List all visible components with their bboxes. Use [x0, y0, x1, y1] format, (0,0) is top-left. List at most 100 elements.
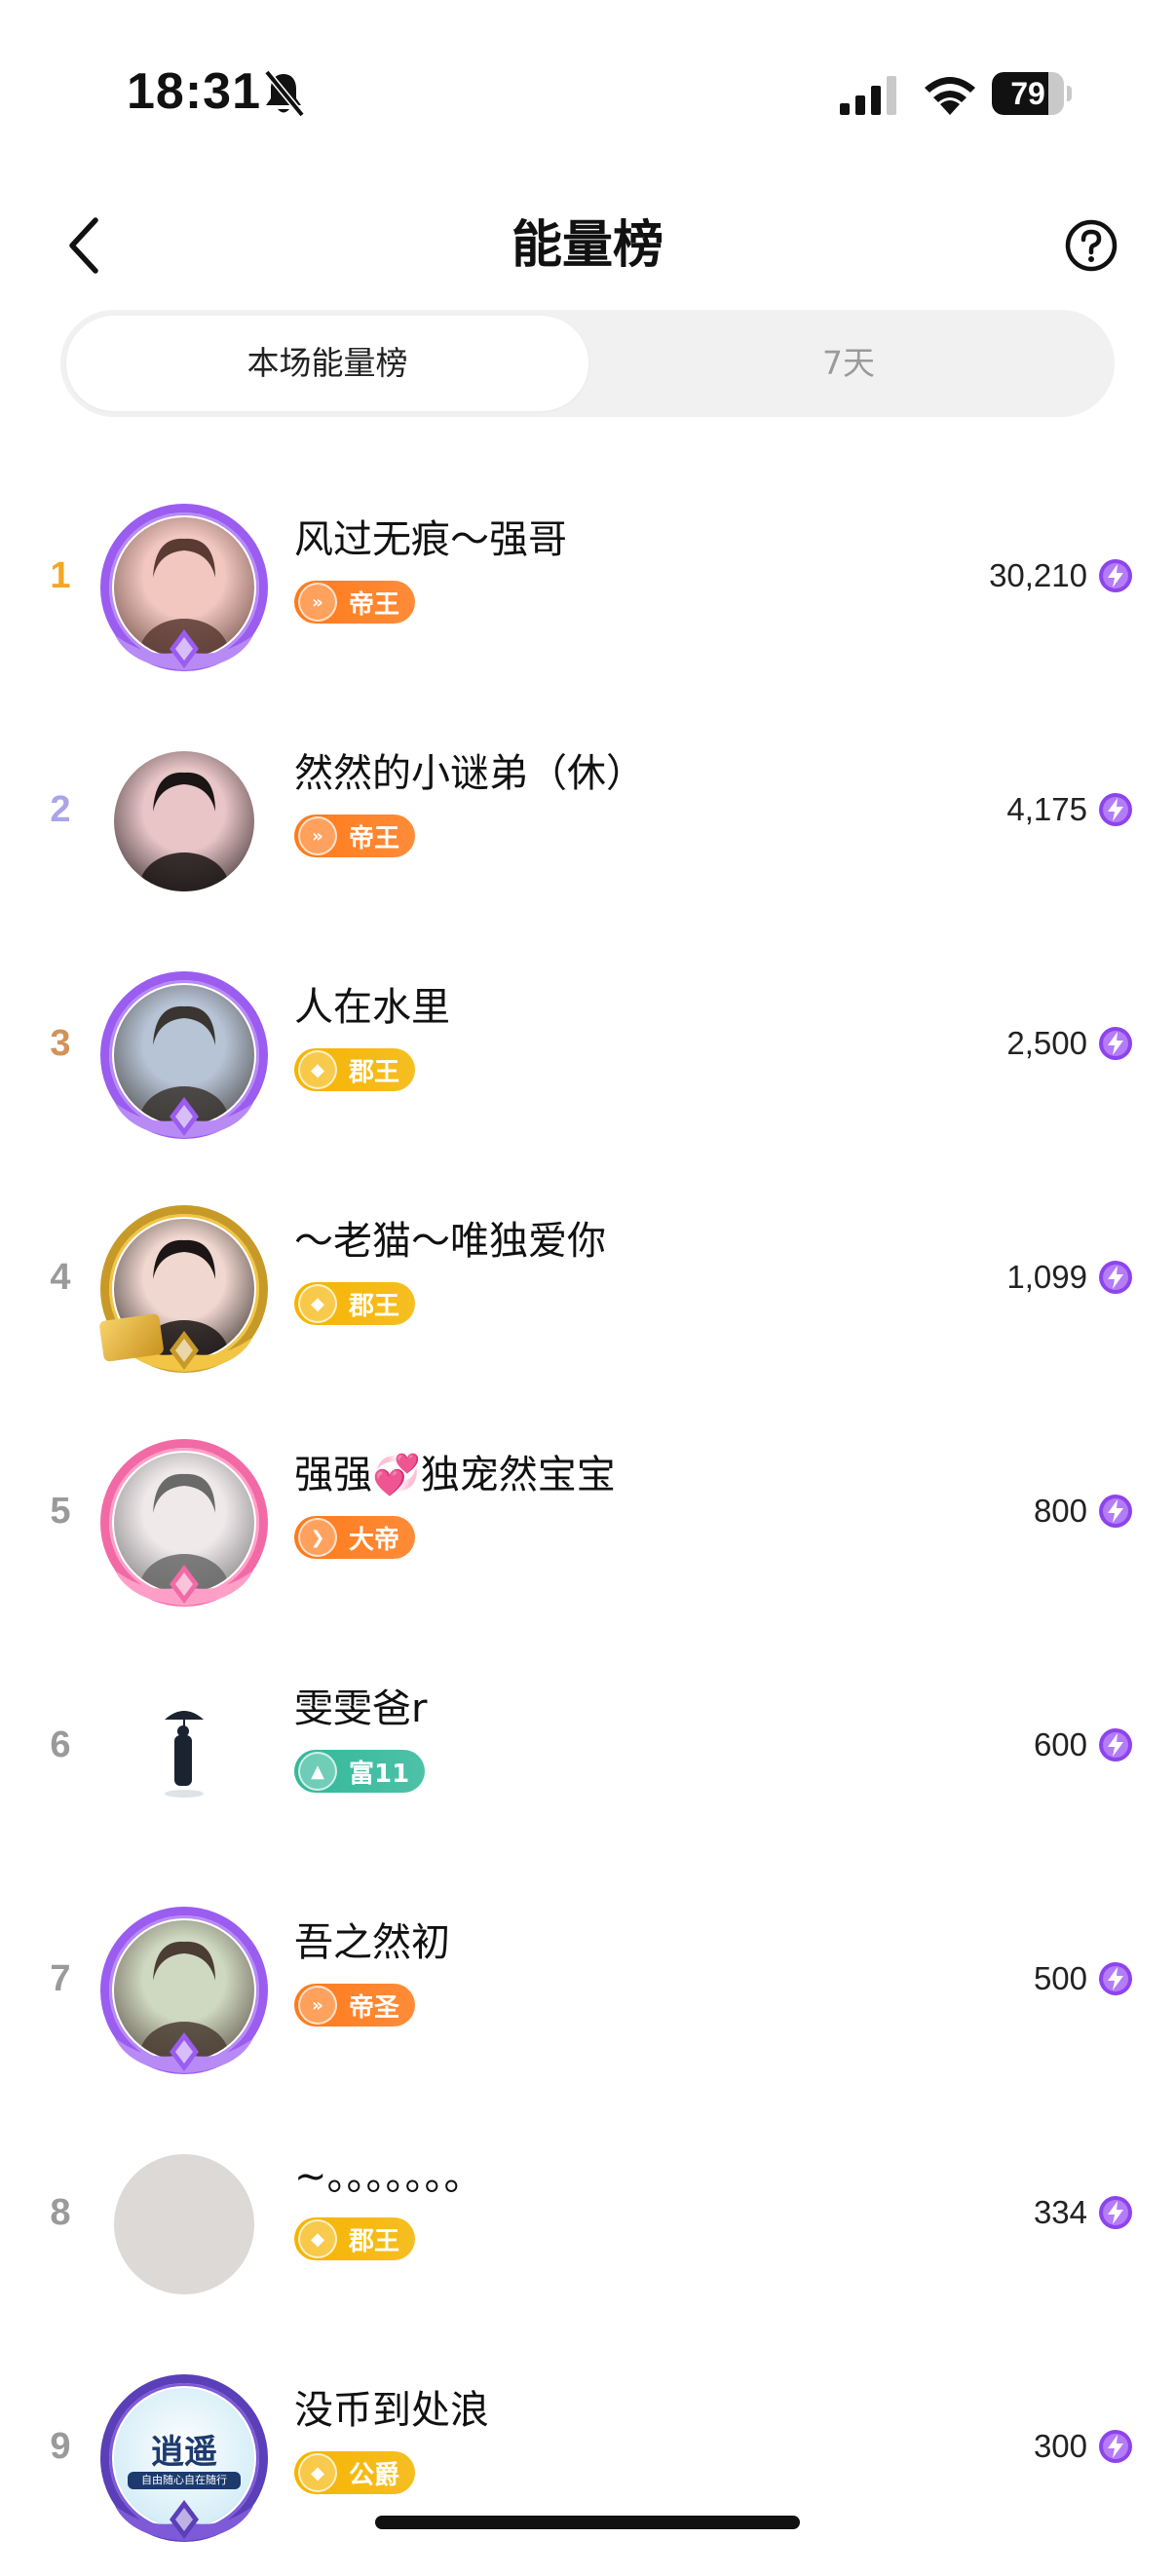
tab-7-days[interactable]: 7天: [588, 316, 1109, 411]
avatar-frame-base: [115, 2500, 253, 2541]
level-badge-icon: »: [298, 1986, 337, 2025]
bell-muted-icon: [264, 69, 305, 118]
wifi-icon: [925, 77, 975, 115]
level-badge-label: 郡王: [349, 1291, 400, 1321]
user-name: 人在水里: [294, 985, 450, 1030]
battery-indicator: 79: [992, 72, 1072, 115]
level-badge-icon: ◆: [298, 1284, 337, 1323]
rank-number: 8: [50, 2192, 71, 2233]
avatar[interactable]: 逍遥 自由随心自在随行: [97, 2371, 271, 2545]
rank-number: 1: [50, 555, 71, 596]
level-badge-icon: ◆: [298, 2453, 337, 2492]
energy-score: 500: [1033, 1960, 1087, 1996]
energy-score: 334: [1033, 2194, 1087, 2230]
level-badge-label: 帝圣: [349, 1992, 400, 2023]
leaderboard-row[interactable]: 1 风过无痕～强哥 » 帝王 30,210: [0, 472, 1175, 705]
tab-current-session[interactable]: 本场能量榜: [66, 316, 588, 411]
avatar-frame-base: [115, 2032, 253, 2073]
energy-bolt-icon: [1099, 793, 1132, 826]
level-badge: ▲ 富11: [294, 1750, 426, 1793]
cellular-signal-icon: [840, 76, 896, 115]
energy-bolt-icon: [1099, 2430, 1132, 2463]
leaderboard-row[interactable]: 7 吾之然初 » 帝圣 500: [0, 1875, 1175, 2108]
level-badge: ◆ 郡王: [294, 2217, 416, 2260]
level-badge-label: 郡王: [349, 2226, 400, 2256]
user-name: 然然的小谜弟（休）: [294, 751, 645, 796]
level-badge: ❯ 大帝: [294, 1516, 416, 1559]
status-time: 18:31: [127, 63, 261, 120]
avatar-frame-base: [115, 629, 253, 670]
home-indicator: [375, 2516, 800, 2529]
leaderboard-row[interactable]: 8 ~。。。。。。。 ◆ 郡王 334: [0, 2108, 1175, 2342]
avatar-frame-base: [115, 1097, 253, 1138]
energy-bolt-icon: [1099, 1728, 1132, 1762]
rank-number: 6: [50, 1724, 71, 1765]
battery-level: 79: [1010, 76, 1045, 111]
rank-number: 4: [50, 1257, 71, 1298]
level-badge: » 帝圣: [294, 1984, 416, 2027]
level-badge-icon: »: [298, 583, 337, 622]
energy-score: 600: [1033, 1726, 1087, 1762]
energy-bolt-icon: [1099, 2196, 1132, 2229]
leaderboard-row[interactable]: 3 人在水里 ◆ 郡王 2,500: [0, 939, 1175, 1173]
leaderboard-row[interactable]: 5 强强💞独宠然宝宝 ❯ 大帝 800: [0, 1407, 1175, 1641]
rank-number: 5: [50, 1491, 71, 1532]
energy-score: 800: [1033, 1493, 1087, 1529]
tab-bar: 本场能量榜 7天: [60, 310, 1115, 417]
energy-bolt-icon: [1099, 559, 1132, 592]
level-badge: ◆ 郡王: [294, 1048, 416, 1091]
avatar-frame-base: [115, 1565, 253, 1606]
avatar[interactable]: [97, 1904, 271, 2077]
level-badge-label: 帝王: [349, 823, 400, 853]
level-badge-label: 富11: [349, 1759, 410, 1789]
avatar[interactable]: [97, 1670, 271, 1843]
level-badge-icon: ▲: [298, 1752, 337, 1791]
user-name: 吾之然初: [294, 1920, 450, 1965]
avatar-portrait: [139, 772, 229, 891]
level-badge: ◆ 公爵: [294, 2451, 416, 2494]
level-badge-icon: ◆: [298, 1050, 337, 1089]
status-bar: 18:31 79: [0, 0, 1175, 185]
rank-number: 9: [50, 2426, 71, 2467]
umbrella-figure-image: [165, 1711, 204, 1798]
level-badge-icon: »: [298, 816, 337, 855]
leaderboard-row[interactable]: 9 逍遥 自由随心自在随行 没币到处浪 ◆ 公爵 300: [0, 2342, 1175, 2576]
energy-score: 2,500: [1006, 1025, 1087, 1061]
rank-number: 7: [50, 1958, 71, 1999]
user-name: ~。。。。。。。: [294, 2154, 483, 2199]
energy-score: 4,175: [1006, 791, 1087, 827]
energy-score: 1,099: [1006, 1259, 1087, 1295]
level-badge-label: 帝王: [349, 589, 400, 620]
energy-bolt-icon: [1099, 1027, 1132, 1060]
leaderboard-row[interactable]: 6 雯雯爸r ▲ 富11 600: [0, 1641, 1175, 1875]
leaderboard-row[interactable]: 4 ～老猫～唯独爱你 ◆ 郡王 1,099: [0, 1173, 1175, 1407]
avatar[interactable]: [97, 501, 271, 674]
user-name: 风过无痕～强哥: [294, 517, 567, 562]
user-name: ～老猫～唯独爱你: [294, 1219, 606, 1264]
energy-bolt-icon: [1099, 1495, 1132, 1528]
energy-bolt-icon: [1099, 1261, 1132, 1294]
gold-card-icon: [98, 1312, 165, 1363]
rank-number: 2: [50, 789, 71, 830]
avatar[interactable]: [97, 968, 271, 1142]
avatar[interactable]: [97, 2138, 271, 2311]
level-badge-label: 大帝: [349, 1525, 400, 1555]
level-badge-label: 公爵: [349, 2460, 400, 2490]
energy-score: 30,210: [989, 557, 1087, 593]
help-icon[interactable]: [1064, 218, 1118, 273]
energy-bolt-icon: [1099, 1962, 1132, 1995]
user-name: 雯雯爸r: [294, 1686, 428, 1731]
leaderboard-row[interactable]: 2 然然的小谜弟（休） » 帝王 4,175: [0, 705, 1175, 939]
avatar-image: [114, 1686, 254, 1827]
user-name: 没币到处浪: [294, 2388, 489, 2433]
level-badge-label: 郡王: [349, 1057, 400, 1087]
avatar[interactable]: [97, 735, 271, 908]
avatar[interactable]: [97, 1436, 271, 1610]
level-badge-icon: ❯: [298, 1518, 337, 1557]
level-badge: ◆ 郡王: [294, 1282, 416, 1325]
rank-number: 3: [50, 1023, 71, 1064]
energy-score: 300: [1033, 2428, 1087, 2464]
user-name: 强强💞独宠然宝宝: [294, 1453, 616, 1497]
page-title: 能量榜: [511, 216, 663, 275]
avatar[interactable]: [97, 1202, 271, 1376]
